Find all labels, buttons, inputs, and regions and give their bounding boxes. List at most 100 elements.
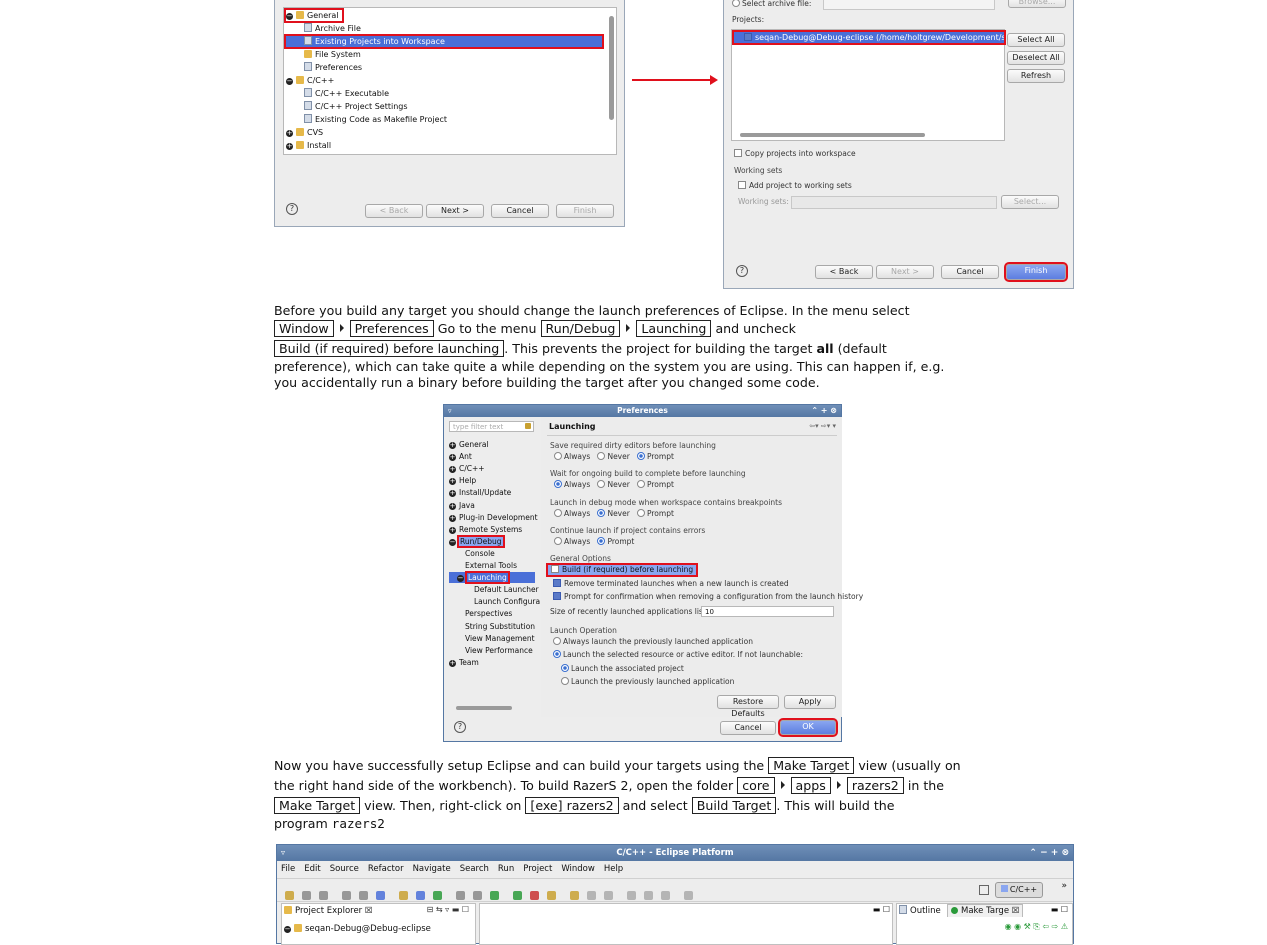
expand-icon[interactable]: + bbox=[449, 466, 456, 474]
pref-tree-item[interactable]: View Performance bbox=[465, 645, 533, 656]
expand-icon[interactable]: + bbox=[449, 514, 456, 522]
help-icon[interactable]: ? bbox=[286, 203, 298, 215]
make-target-tab[interactable]: Make Targe ☒ bbox=[947, 904, 1024, 917]
cancel-button[interactable]: Cancel bbox=[720, 721, 776, 735]
help-icon[interactable]: ? bbox=[454, 721, 466, 733]
remove-terminated-row[interactable]: Remove terminated launches when a new la… bbox=[553, 579, 789, 589]
toolbar-button-icon[interactable] bbox=[416, 891, 425, 900]
close-icon[interactable]: ☒ bbox=[365, 906, 373, 916]
expand-icon[interactable]: + bbox=[449, 502, 456, 510]
launch-prev-radio[interactable] bbox=[561, 677, 569, 685]
window-controls-icon[interactable]: ⌃ − + ⊗ bbox=[1029, 845, 1069, 861]
size-input[interactable]: 10 bbox=[701, 606, 834, 617]
ok-button[interactable]: OK bbox=[778, 718, 838, 737]
cancel-button[interactable]: Cancel bbox=[491, 204, 549, 218]
tree-item-archive-file[interactable]: Archive File bbox=[304, 23, 361, 34]
toolbar-button-icon[interactable] bbox=[433, 891, 442, 900]
toolbar-button-icon[interactable] bbox=[587, 891, 596, 900]
prompt-confirm-row[interactable]: Prompt for confirmation when removing a … bbox=[553, 592, 863, 602]
project-checkbox[interactable] bbox=[744, 33, 752, 41]
clear-filter-icon[interactable] bbox=[525, 423, 531, 429]
filter-input[interactable]: type filter text bbox=[449, 421, 534, 432]
toolbar-button-icon[interactable] bbox=[570, 891, 579, 900]
toolbar-button-icon[interactable] bbox=[319, 891, 328, 900]
radio-always[interactable] bbox=[554, 452, 562, 460]
pref-tree-item[interactable]: − Launching bbox=[449, 571, 535, 585]
close-icon[interactable]: ☒ bbox=[1012, 906, 1020, 916]
menu-navigate[interactable]: Navigate bbox=[413, 864, 451, 874]
build-before-launching-row[interactable]: Build (if required) before launching bbox=[545, 563, 699, 577]
collapse-icon[interactable]: − bbox=[449, 538, 456, 546]
radio-always[interactable] bbox=[554, 509, 562, 517]
menu-file[interactable]: File bbox=[281, 864, 295, 874]
pref-tree-item[interactable]: String Substitution bbox=[465, 621, 535, 632]
window-controls-icon[interactable]: ⌃ + ⊗ bbox=[811, 405, 837, 417]
expand-icon[interactable]: + bbox=[449, 442, 456, 449]
help-icon[interactable]: ? bbox=[736, 265, 748, 277]
menu-help[interactable]: Help bbox=[604, 864, 623, 874]
menu-refactor[interactable]: Refactor bbox=[368, 864, 404, 874]
window-menu-icon[interactable]: ▿ bbox=[281, 845, 285, 861]
select-archive-row[interactable]: Select archive file: bbox=[732, 0, 811, 9]
radio-never[interactable] bbox=[597, 480, 606, 488]
launch-assoc-row[interactable]: Launch the associated project bbox=[561, 664, 684, 674]
tree-scrollbar[interactable] bbox=[609, 16, 614, 120]
expand-icon[interactable]: + bbox=[449, 659, 456, 667]
working-sets-combo[interactable] bbox=[791, 196, 997, 209]
pref-tree-item[interactable]: Console bbox=[465, 548, 495, 559]
radio-never[interactable] bbox=[597, 452, 606, 460]
expand-icon[interactable]: + bbox=[449, 526, 456, 534]
launch-selected-radio[interactable] bbox=[553, 650, 561, 658]
apply-button[interactable]: Apply bbox=[784, 695, 836, 709]
radio-never[interactable] bbox=[597, 509, 606, 517]
toolbar-button-icon[interactable] bbox=[302, 891, 311, 900]
radio-always[interactable] bbox=[554, 480, 562, 488]
tree-item-general[interactable]: − General bbox=[284, 8, 344, 23]
finish-button[interactable]: Finish bbox=[556, 204, 614, 218]
menu-run[interactable]: Run bbox=[498, 864, 514, 874]
toolbar-button-icon[interactable] bbox=[644, 891, 653, 900]
tree-item-preferences[interactable]: Preferences bbox=[304, 62, 362, 73]
view-toolbar-icon[interactable]: ⊟ ⇆ ▿ ▬ ☐ bbox=[427, 905, 469, 914]
radio-prompt[interactable] bbox=[636, 509, 645, 517]
copy-projects-checkbox[interactable] bbox=[734, 149, 742, 157]
toolbar-button-icon[interactable] bbox=[359, 891, 368, 900]
always-prev-row[interactable]: Always launch the previously launched ap… bbox=[553, 637, 753, 647]
pref-tree-item[interactable]: − Run/Debug bbox=[449, 534, 505, 548]
copy-projects-row[interactable]: Copy projects into workspace bbox=[734, 149, 856, 159]
outline-tab[interactable]: Outline bbox=[899, 905, 941, 917]
pref-tree-item[interactable]: + Ant bbox=[449, 451, 472, 462]
pref-tree-item[interactable]: View Management bbox=[465, 633, 535, 644]
open-perspective-icon[interactable] bbox=[979, 885, 989, 895]
back-button[interactable]: < Back bbox=[815, 265, 873, 279]
restore-defaults-button[interactable]: Restore Defaults bbox=[717, 695, 779, 718]
toolbar-button-icon[interactable] bbox=[399, 891, 408, 900]
toolbar-button-icon[interactable] bbox=[456, 891, 465, 900]
toolbar-button-icon[interactable] bbox=[661, 891, 670, 900]
tree-item-cpp-project-settings[interactable]: C/C++ Project Settings bbox=[304, 101, 408, 112]
add-working-sets-row[interactable]: Add project to working sets bbox=[738, 181, 852, 191]
radio-prompt[interactable] bbox=[597, 537, 606, 545]
next-button[interactable]: Next > bbox=[426, 204, 484, 218]
nav-scrollbar[interactable] bbox=[456, 706, 512, 710]
toolbar-button-icon[interactable] bbox=[684, 891, 693, 900]
menu-project[interactable]: Project bbox=[523, 864, 552, 874]
pref-tree-item[interactable]: + Remote Systems bbox=[449, 524, 522, 535]
pref-tree-item[interactable]: + Java bbox=[449, 500, 475, 511]
view-controls-icon[interactable]: ▬ ☐ bbox=[1051, 905, 1068, 914]
expand-icon[interactable]: + bbox=[449, 478, 456, 486]
launch-prev-row[interactable]: Launch the previously launched applicati… bbox=[561, 677, 734, 687]
back-button[interactable]: < Back bbox=[365, 204, 423, 218]
tree-item-existing-projects[interactable]: Existing Projects into Workspace bbox=[284, 34, 604, 49]
build-before-checkbox[interactable] bbox=[551, 565, 559, 573]
nav-arrows-icon[interactable]: ⇦▾ ⇨▾ ▾ bbox=[809, 422, 836, 430]
menu-edit[interactable]: Edit bbox=[304, 864, 320, 874]
launch-selected-row[interactable]: Launch the selected resource or active e… bbox=[553, 650, 803, 660]
collapse-icon[interactable]: − bbox=[457, 575, 464, 583]
always-prev-radio[interactable] bbox=[553, 637, 561, 645]
pref-tree-item[interactable]: + Plug-in Development bbox=[449, 512, 538, 523]
toolbar-button-icon[interactable] bbox=[376, 891, 385, 900]
pref-tree-item[interactable]: + C/C++ bbox=[449, 463, 485, 474]
tree-item-cpp-executable[interactable]: C/C++ Executable bbox=[304, 88, 389, 99]
project-tree-item[interactable]: − seqan-Debug@Debug-eclipse bbox=[284, 923, 431, 935]
